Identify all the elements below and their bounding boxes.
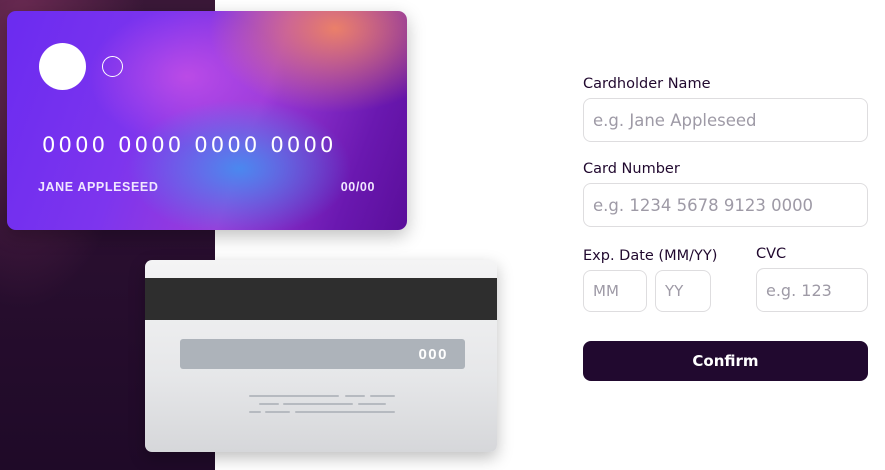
decorative-line — [259, 403, 279, 405]
cardholder-name-input[interactable] — [583, 98, 868, 142]
magnetic-stripe — [145, 278, 497, 320]
card-cvc-display: 000 — [418, 346, 448, 363]
decorative-line — [358, 403, 386, 405]
confirm-button[interactable]: Confirm — [583, 341, 868, 381]
cvc-input[interactable] — [756, 268, 868, 312]
card-front: 0000 0000 0000 0000 JANE APPLESEED 00/00 — [7, 11, 407, 230]
card-number-input[interactable] — [583, 183, 868, 227]
card-number-display: 0000 0000 0000 0000 — [42, 133, 337, 157]
exp-date-label: Exp. Date (MM/YY) — [583, 248, 718, 264]
decorative-line — [249, 411, 261, 413]
card-number-label: Card Number — [583, 161, 680, 177]
exp-month-input[interactable] — [583, 270, 647, 312]
exp-year-input[interactable] — [655, 270, 711, 312]
decorative-line — [283, 403, 353, 405]
cardholder-name-label: Cardholder Name — [583, 76, 711, 92]
decorative-line — [265, 411, 290, 413]
signature-strip: 000 — [180, 339, 465, 369]
card-expiry-display: 00/00 — [340, 180, 375, 194]
card-logo-ring-icon — [102, 56, 123, 77]
decorative-line — [345, 395, 365, 397]
decorative-line — [370, 395, 395, 397]
cardholder-name-display: JANE APPLESEED — [38, 180, 159, 194]
card-back: 000 — [145, 260, 497, 452]
decorative-line — [249, 395, 339, 397]
cvc-label: CVC — [756, 246, 787, 262]
card-logo-circle-icon — [39, 43, 86, 90]
decorative-line — [295, 411, 395, 413]
